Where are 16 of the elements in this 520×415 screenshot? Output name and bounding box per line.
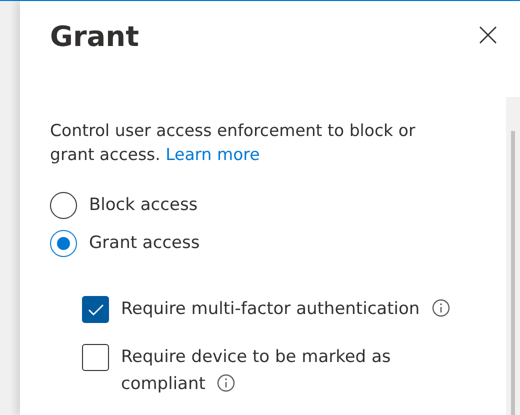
info-icon[interactable] — [432, 299, 450, 317]
checkbox-label[interactable]: Require multi-factor authentication — [121, 296, 450, 323]
checkbox[interactable] — [82, 296, 109, 323]
checkbox[interactable] — [82, 344, 109, 371]
info-icon[interactable] — [217, 374, 236, 392]
close-icon — [479, 26, 497, 44]
panel-title: Grant — [50, 19, 140, 55]
scrollbar[interactable] — [506, 97, 520, 415]
radio-button[interactable] — [50, 192, 77, 219]
radio-label[interactable]: Grant access — [89, 230, 200, 256]
check-icon — [88, 304, 104, 316]
checkbox-label[interactable]: Require device to be marked as compliant — [121, 344, 461, 398]
description: Control user access enforcement to block or grant access. Learn more — [50, 120, 416, 166]
learn-more-link[interactable]: Learn more — [166, 145, 260, 164]
radio-label[interactable]: Block access — [89, 192, 198, 218]
radio-button[interactable] — [50, 230, 77, 257]
